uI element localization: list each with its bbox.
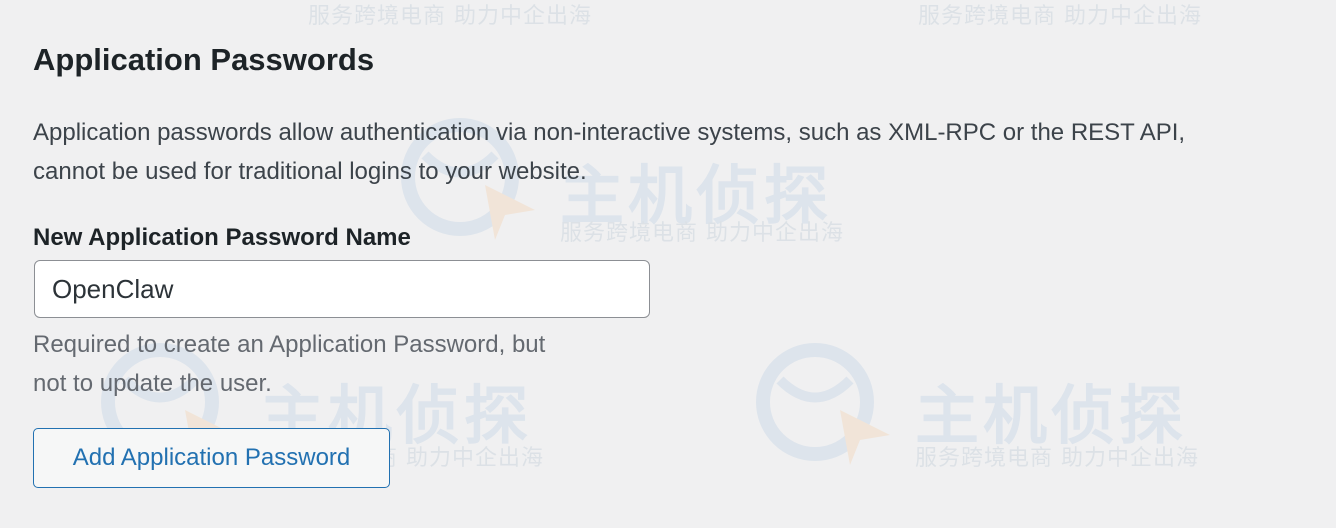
watermark-subtitle: 服务跨境电商 助力中企出海 xyxy=(560,221,844,246)
watermark-subtitle: 服务跨境电商 助力中企出海 xyxy=(918,4,1202,29)
section-heading: Application Passwords xyxy=(33,42,375,77)
section-description: Application passwords allow authenticati… xyxy=(33,113,1336,191)
help-line: Required to create an Application Passwo… xyxy=(33,331,546,358)
description-line: cannot be used for traditional logins to… xyxy=(33,158,587,185)
app-password-name-input[interactable] xyxy=(34,260,650,318)
watermark: 服务跨境电商 助力中企出海 xyxy=(750,0,1250,30)
watermark-subtitle: 服务跨境电商 助力中企出海 xyxy=(915,446,1199,471)
add-application-password-button[interactable]: Add Application Password xyxy=(33,428,390,488)
app-password-name-help: Required to create an Application Passwo… xyxy=(33,325,653,403)
app-password-name-label: New Application Password Name xyxy=(33,224,411,251)
watermark: 服务跨境电商 助力中企出海 xyxy=(140,0,640,30)
help-line: not to update the user. xyxy=(33,370,272,397)
watermark-title: 主机侦探 xyxy=(915,380,1187,454)
description-line: Application passwords allow authenticati… xyxy=(33,119,1186,146)
watermark: 主机侦探 服务跨境电商 助力中企出海 xyxy=(750,340,1250,480)
watermark-subtitle: 服务跨境电商 助力中企出海 xyxy=(308,4,592,29)
globe-logo-icon xyxy=(756,343,890,465)
